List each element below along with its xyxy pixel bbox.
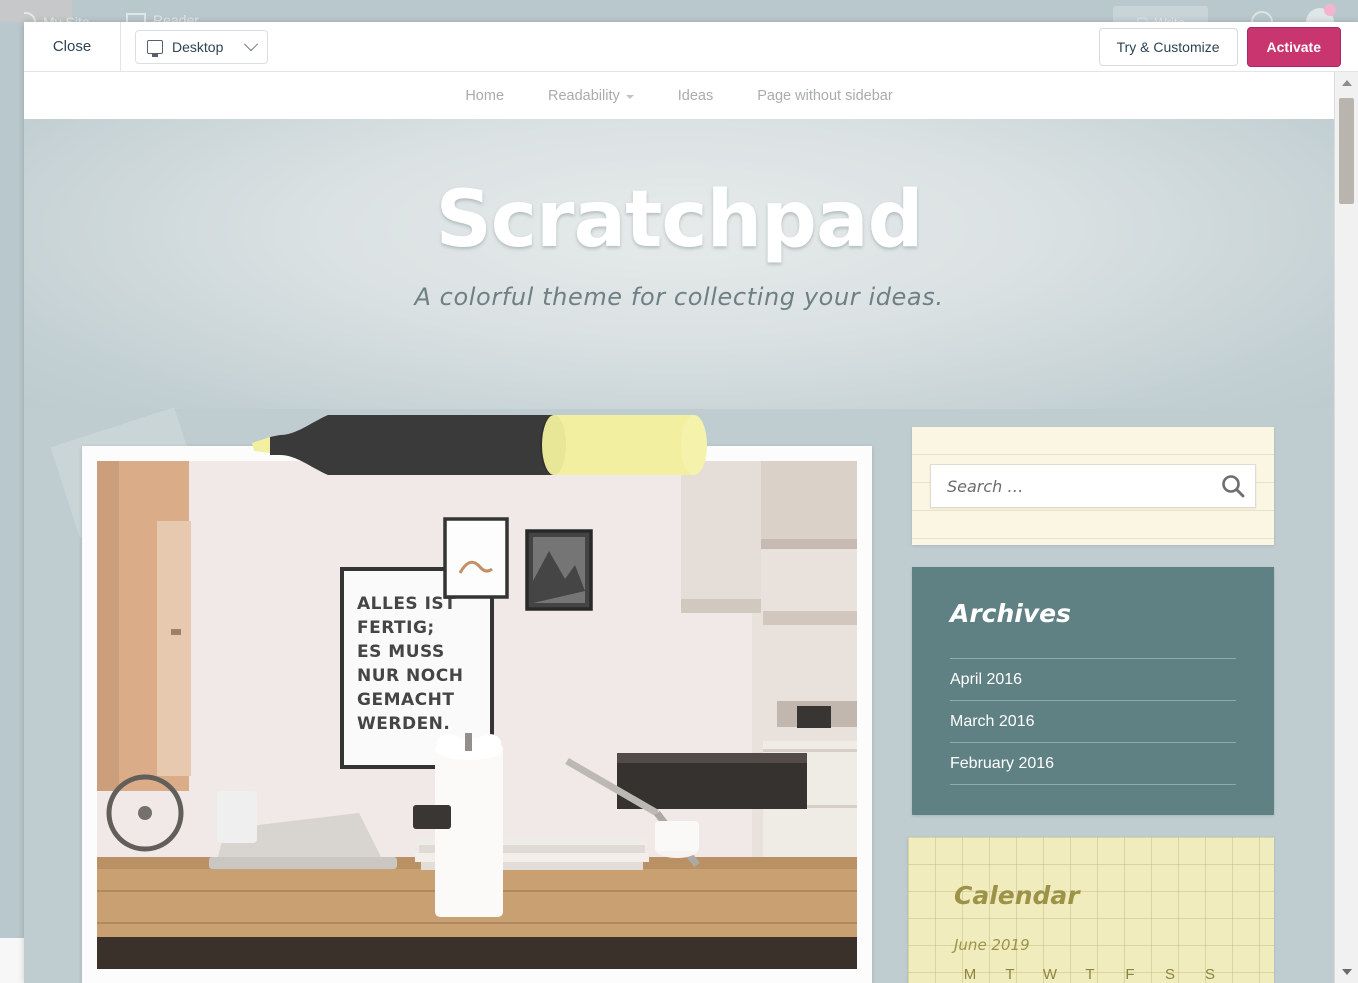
search-input[interactable] [945,475,1219,497]
nav-item-home[interactable]: Home [443,88,526,104]
left-gutter-top-strip [0,0,24,22]
nav-item-page-without-sidebar[interactable]: Page without sidebar [735,88,914,104]
calendar-day-header-tue: T [1005,966,1015,983]
activate-button[interactable]: Activate [1246,26,1341,67]
post-card: ALLES IST FERTIG; ES MUSS NUR NOCH GEMAC… [82,446,872,983]
preview-toolbar: Close Desktop Try & Customize Activate [24,22,1358,72]
left-gutter-bottom-strip [0,938,24,983]
calendar-month-caption: June 2019 [954,936,1030,954]
nav-item-readability-label: Readability [548,87,620,104]
list-item[interactable]: February 2016 [950,742,1236,785]
calendar-day-header-wed: W [1042,966,1058,983]
nav-item-ideas-label: Ideas [677,87,714,104]
calendar-widget-title: Calendar [954,881,1080,910]
try-and-customize-button[interactable]: Try & Customize [1098,27,1238,66]
search-icon[interactable] [1219,472,1247,500]
theme-preview-modal: Close Desktop Try & Customize Activate H… [24,22,1358,983]
monitor-icon [147,39,163,57]
archive-link-march-2016[interactable]: March 2016 [950,713,1035,730]
device-select-label: Desktop [172,38,224,55]
notification-dot-icon [1324,4,1336,16]
calendar-day-header-sun: S [1204,966,1215,983]
chevron-down-icon [243,36,259,51]
calendar-day-headers: M T W T F S S [950,966,1230,983]
archive-link-april-2016[interactable]: April 2016 [950,671,1022,688]
site-body: ALLES IST FERTIG; ES MUSS NUR NOCH GEMAC… [24,407,1334,983]
archives-widget-title: Archives [950,599,1071,628]
list-item[interactable]: March 2016 [950,700,1236,742]
scrollbar-thumb[interactable] [1339,98,1354,204]
nav-item-page-without-sidebar-label: Page without sidebar [757,87,893,104]
post-featured-image[interactable]: ALLES IST FERTIG; ES MUSS NUR NOCH GEMAC… [97,461,857,969]
calendar-widget: Calendar June 2019 M T W T F S S [908,837,1274,983]
close-button[interactable]: Close [24,22,121,71]
chevron-down-icon [625,94,634,99]
desk-photo-illustration: ALLES IST FERTIG; ES MUSS NUR NOCH GEMAC… [97,461,857,969]
calendar-day-header-mon: M [963,966,977,983]
nav-item-readability[interactable]: Readability [526,88,656,104]
site-hero-header: Scratchpad A colorful theme for collecti… [24,119,1334,409]
nav-item-home-label: Home [465,87,505,104]
archive-link-february-2016[interactable]: February 2016 [950,755,1054,772]
device-select[interactable]: Desktop [135,29,268,64]
site-tagline: A colorful theme for collecting your ide… [414,283,944,311]
nav-item-ideas[interactable]: Ideas [656,88,735,104]
archives-widget: Archives April 2016 March 2016 February … [912,567,1274,815]
sidebar: Archives April 2016 March 2016 February … [912,409,1274,983]
calendar-day-header-fri: F [1125,966,1135,983]
search-widget [912,427,1274,545]
left-gutter [0,0,24,983]
scroll-up-arrow-icon[interactable] [1335,72,1358,94]
calendar-day-header-sat: S [1164,966,1175,983]
list-item[interactable]: April 2016 [950,658,1236,700]
preview-scrollbar[interactable] [1334,72,1358,983]
site-title: Scratchpad [435,175,924,265]
toolbar-actions: Try & Customize Activate [1098,26,1358,67]
calendar-day-header-thu: T [1085,966,1095,983]
search-box[interactable] [930,464,1256,508]
screen: My Site Reader ▢ Write Close Desktop [0,0,1358,983]
archives-list: April 2016 March 2016 February 2016 [950,658,1236,785]
theme-preview-frame: Home Readability Ideas Page without side… [24,72,1334,983]
site-primary-nav: Home Readability Ideas Page without side… [24,72,1334,119]
content-column: ALLES IST FERTIG; ES MUSS NUR NOCH GEMAC… [82,446,872,983]
scroll-down-arrow-icon[interactable] [1335,961,1358,983]
